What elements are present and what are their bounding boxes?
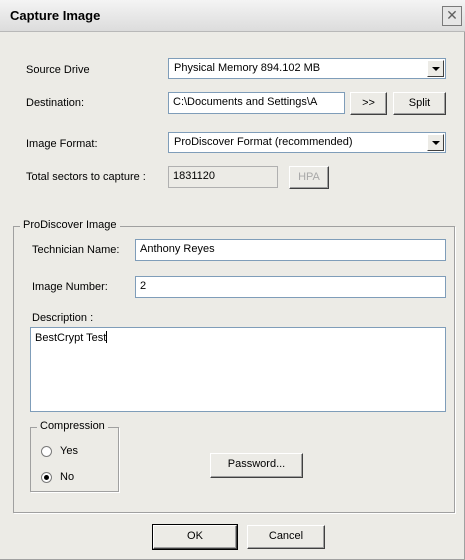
chevron-down-icon[interactable]: [427, 60, 444, 77]
cancel-button-label: Cancel: [268, 530, 304, 542]
compression-yes-label: Yes: [60, 445, 78, 457]
compression-no-option[interactable]: No: [41, 470, 101, 486]
title-bar: Capture Image ✕: [0, 0, 465, 32]
hpa-button[interactable]: HPA: [289, 166, 329, 189]
compression-yes-option[interactable]: Yes: [41, 444, 101, 460]
image-number-label: Image Number:: [32, 281, 108, 293]
close-button[interactable]: ✕: [442, 6, 462, 26]
technician-name-label: Technician Name:: [32, 244, 120, 256]
total-sectors-value: 1831120: [173, 170, 216, 182]
description-value: BestCrypt Test: [35, 331, 108, 344]
ok-button-label: OK: [187, 530, 203, 542]
image-format-select[interactable]: ProDiscover Format (recommended): [168, 132, 446, 153]
dialog-title: Capture Image: [10, 8, 101, 23]
destination-value: C:\Documents and Settings\A: [173, 96, 318, 108]
compression-no-radio[interactable]: [41, 472, 52, 483]
technician-name-value: Anthony Reyes: [140, 243, 215, 255]
ok-button[interactable]: OK: [152, 524, 238, 550]
description-textarea[interactable]: BestCrypt Test: [30, 327, 446, 412]
image-number-input[interactable]: 2: [135, 276, 446, 298]
browse-button-label: >>: [362, 97, 375, 109]
total-sectors-label: Total sectors to capture :: [26, 171, 146, 183]
password-button-label: Password...: [227, 458, 286, 470]
compression-group-title: Compression: [37, 420, 108, 432]
technician-name-input[interactable]: Anthony Reyes: [135, 239, 446, 261]
compression-yes-radio[interactable]: [41, 446, 52, 457]
total-sectors-field: 1831120: [168, 166, 278, 188]
password-button[interactable]: Password...: [210, 453, 303, 478]
source-drive-label: Source Drive: [26, 64, 90, 76]
browse-button[interactable]: >>: [350, 92, 387, 115]
destination-label: Destination:: [26, 97, 85, 109]
source-drive-value: Physical Memory 894.102 MB: [174, 62, 321, 74]
image-number-value: 2: [140, 280, 147, 292]
split-button-label: Split: [408, 97, 431, 109]
cancel-button[interactable]: Cancel: [247, 525, 325, 549]
capture-image-dialog: Capture Image ✕ Source Drive Physical Me…: [0, 0, 465, 560]
chevron-down-icon[interactable]: [427, 134, 444, 151]
image-format-label: Image Format:: [26, 138, 98, 150]
image-format-value: ProDiscover Format (recommended): [174, 136, 353, 148]
description-label: Description :: [32, 312, 94, 324]
prodiscover-image-group-title: ProDiscover Image: [20, 219, 120, 231]
source-drive-select[interactable]: Physical Memory 894.102 MB: [168, 58, 446, 79]
hpa-button-label: HPA: [298, 171, 320, 183]
close-icon: ✕: [446, 7, 458, 23]
compression-no-label: No: [60, 471, 75, 483]
split-button[interactable]: Split: [393, 92, 446, 115]
destination-input[interactable]: C:\Documents and Settings\A: [168, 92, 345, 114]
